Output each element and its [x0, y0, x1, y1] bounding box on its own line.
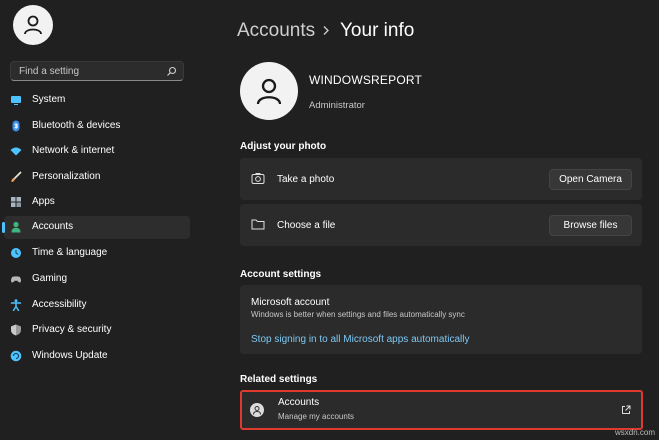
- sidebar-item-apps[interactable]: Apps: [4, 191, 190, 214]
- microsoft-account-title: Microsoft account: [251, 297, 330, 308]
- open-camera-button[interactable]: Open Camera: [549, 169, 632, 190]
- choose-file-card: Choose a file Browse files: [240, 204, 642, 246]
- take-photo-card: Take a photo Open Camera: [240, 158, 642, 200]
- person-icon: [256, 78, 282, 105]
- sidebar-item-bluetooth[interactable]: Bluetooth & devices: [4, 115, 190, 138]
- sidebar-item-network[interactable]: Network & internet: [4, 140, 190, 163]
- sidebar-item-label: Personalization: [32, 171, 101, 182]
- browse-files-button[interactable]: Browse files: [549, 215, 632, 236]
- sidebar-item-privacy-security[interactable]: Privacy & security: [4, 319, 190, 342]
- section-title-account-settings: Account settings: [240, 269, 322, 280]
- sidebar-item-system[interactable]: System: [4, 89, 190, 112]
- accessibility-icon: [10, 299, 22, 311]
- sidebar-item-label: Gaming: [32, 273, 68, 284]
- section-title-adjust-photo: Adjust your photo: [240, 141, 327, 152]
- related-accounts-subtitle: Manage my accounts: [278, 412, 355, 421]
- breadcrumb-accounts[interactable]: Accounts: [237, 20, 315, 42]
- sidebar-item-label: Accessibility: [32, 299, 87, 310]
- wifi-icon: [10, 147, 22, 156]
- watermark: wsxdn.com: [614, 428, 655, 437]
- sidebar-item-windows-update[interactable]: Windows Update: [4, 345, 190, 368]
- sidebar-item-label: Privacy & security: [32, 324, 112, 335]
- sidebar-item-accessibility[interactable]: Accessibility: [4, 294, 190, 317]
- sidebar-item-label: System: [32, 94, 66, 105]
- sidebar-item-label: Network & internet: [32, 145, 115, 156]
- search-input[interactable]: Find a setting: [10, 61, 184, 81]
- monitor-icon: [11, 96, 21, 105]
- profile-avatar: [240, 62, 298, 120]
- stop-signing-in-link[interactable]: Stop signing in to all Microsoft apps au…: [251, 334, 469, 345]
- chevron-right-icon: [323, 26, 329, 35]
- take-photo-label: Take a photo: [277, 174, 335, 185]
- related-accounts-title: Accounts: [278, 397, 320, 408]
- shield-icon: [11, 324, 21, 336]
- globe-clock-icon: [11, 248, 21, 258]
- camera-icon: [251, 173, 265, 184]
- apps-icon: [11, 197, 21, 207]
- sidebar-item-label: Windows Update: [32, 350, 108, 361]
- sidebar-item-accounts[interactable]: Accounts: [2, 216, 190, 239]
- search-icon: [167, 66, 177, 76]
- brush-icon: [11, 171, 22, 182]
- update-icon: [10, 350, 22, 362]
- bluetooth-icon: [12, 120, 20, 132]
- microsoft-account-card: Microsoft account Windows is better when…: [240, 285, 642, 354]
- gamepad-icon: [11, 276, 21, 283]
- sidebar-item-label: Time & language: [32, 247, 108, 258]
- profile-role: Administrator: [309, 100, 365, 111]
- sidebar: Find a setting System Bluetooth & device…: [0, 0, 200, 440]
- microsoft-account-subtitle: Windows is better when settings and file…: [251, 310, 465, 319]
- person-icon: [250, 403, 264, 417]
- folder-icon: [251, 219, 265, 230]
- sidebar-item-gaming[interactable]: Gaming: [4, 268, 190, 291]
- choose-file-label: Choose a file: [277, 220, 336, 231]
- external-link-icon: [622, 405, 631, 414]
- profile-username: WINDOWSREPORT: [309, 73, 423, 87]
- section-title-related-settings: Related settings: [240, 374, 318, 385]
- person-icon: [24, 15, 42, 35]
- sidebar-item-label: Bluetooth & devices: [32, 120, 121, 131]
- person-icon: [11, 221, 21, 233]
- sidebar-item-label: Apps: [32, 196, 55, 207]
- related-accounts-item[interactable]: Accounts Manage my accounts: [240, 390, 643, 430]
- sidebar-item-time-language[interactable]: Time & language: [4, 242, 190, 265]
- search-placeholder: Find a setting: [19, 66, 80, 77]
- sidebar-item-label: Accounts: [32, 221, 74, 232]
- selection-indicator: [2, 222, 5, 233]
- sidebar-item-personalization[interactable]: Personalization: [4, 166, 190, 189]
- user-avatar[interactable]: [13, 5, 53, 45]
- page-title: Your info: [340, 20, 415, 41]
